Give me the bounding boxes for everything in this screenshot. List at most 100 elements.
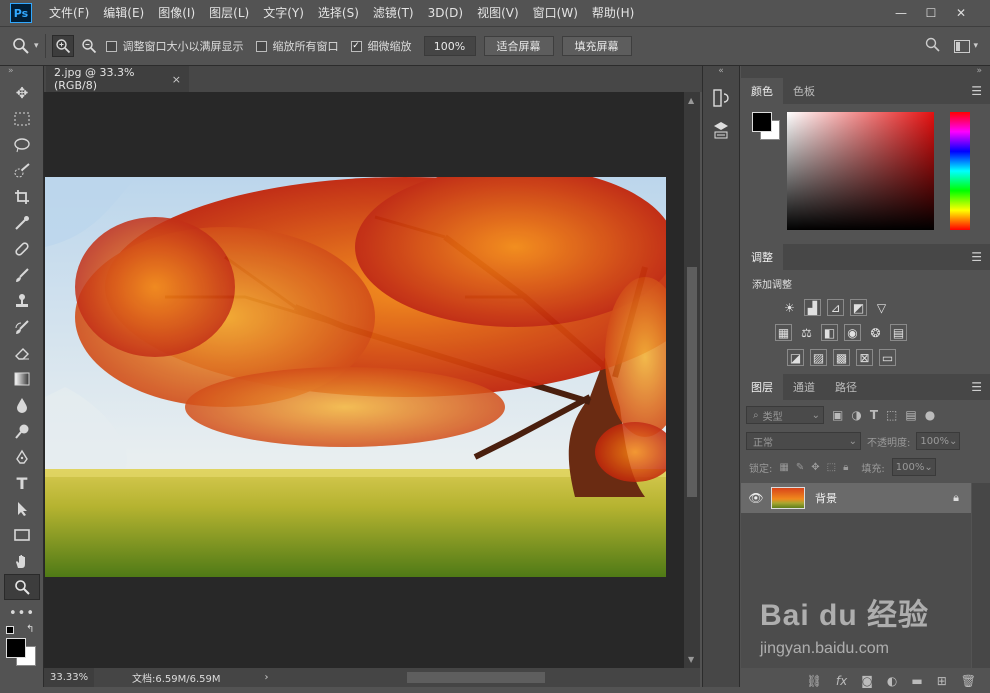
status-zoom[interactable]: 33.33% bbox=[44, 668, 94, 687]
swap-colors-icon[interactable]: ↰ bbox=[26, 624, 34, 635]
opacity-field[interactable]: 100% ⌄ bbox=[916, 432, 961, 450]
gradient-map-icon[interactable]: ▭ bbox=[879, 349, 896, 366]
pen-tool-icon[interactable] bbox=[0, 444, 44, 470]
fill-screen-button[interactable]: 填充屏幕 bbox=[561, 36, 632, 56]
menu-item-2[interactable]: 图像(I) bbox=[151, 0, 202, 26]
resize-windows-checkbox[interactable] bbox=[105, 40, 117, 52]
default-colors-icon[interactable] bbox=[6, 626, 14, 634]
brush-tool-icon[interactable] bbox=[0, 262, 44, 288]
document-tab[interactable]: 2.jpg @ 33.3%(RGB/8) × bbox=[46, 66, 189, 92]
layer-style-icon[interactable]: fx bbox=[836, 674, 847, 688]
eraser-tool-icon[interactable] bbox=[0, 340, 44, 366]
filter-smart-object-icon[interactable]: ▤ bbox=[905, 408, 916, 422]
menu-item-8[interactable]: 视图(V) bbox=[470, 0, 526, 26]
fit-screen-button[interactable]: 适合屏幕 bbox=[483, 36, 554, 56]
status-arrow-icon[interactable]: › bbox=[265, 672, 269, 683]
panel-foreground-swatch[interactable] bbox=[752, 112, 772, 132]
link-layers-icon[interactable]: ⛓ bbox=[807, 674, 822, 688]
layer-thumbnail[interactable] bbox=[771, 487, 805, 509]
add-mask-icon[interactable]: ◙ bbox=[861, 674, 873, 688]
3d-panel-icon[interactable] bbox=[711, 118, 731, 142]
channel-mixer-icon[interactable]: ❂ bbox=[867, 324, 884, 341]
black-white-icon[interactable]: ◧ bbox=[821, 324, 838, 341]
foreground-color-swatch[interactable] bbox=[6, 638, 26, 658]
lock-image-icon[interactable]: ✎ bbox=[796, 462, 804, 473]
menu-item-10[interactable]: 帮助(H) bbox=[585, 0, 641, 26]
document-close-icon[interactable]: × bbox=[172, 73, 181, 86]
exposure-icon[interactable]: ◩ bbox=[850, 299, 867, 316]
hand-tool-icon[interactable] bbox=[0, 548, 44, 574]
layer-name[interactable]: 背景 bbox=[815, 490, 837, 506]
horizontal-scroll-thumb[interactable] bbox=[406, 672, 545, 683]
fill-field[interactable]: 100% ⌄ bbox=[891, 458, 936, 476]
lock-all-icon[interactable]: 🔒︎ bbox=[843, 462, 848, 473]
delete-layer-icon[interactable]: 🗑︎ bbox=[961, 674, 976, 688]
history-panel-icon[interactable] bbox=[711, 86, 731, 110]
zoom-out-icon[interactable] bbox=[78, 35, 100, 57]
scrubby-zoom-option[interactable]: ✓ 细微缩放 bbox=[350, 38, 412, 54]
lasso-tool-icon[interactable] bbox=[0, 132, 44, 158]
tab-swatches[interactable]: 色板 bbox=[783, 78, 825, 104]
quick-selection-tool-icon[interactable] bbox=[0, 158, 44, 184]
filter-pixel-icon[interactable]: ▣ bbox=[832, 408, 843, 422]
menu-item-5[interactable]: 选择(S) bbox=[311, 0, 366, 26]
zoom-all-option[interactable]: 缩放所有窗口 bbox=[255, 38, 339, 54]
vertical-scroll-thumb[interactable] bbox=[687, 267, 697, 497]
tab-adjustments[interactable]: 调整 bbox=[741, 244, 783, 270]
history-brush-tool-icon[interactable] bbox=[0, 314, 44, 340]
tab-channels[interactable]: 通道 bbox=[783, 374, 825, 400]
blur-tool-icon[interactable] bbox=[0, 392, 44, 418]
adjustments-panel-menu-icon[interactable]: ☰ bbox=[971, 250, 982, 264]
close-button[interactable]: ✕ bbox=[946, 4, 976, 22]
lock-transparent-icon[interactable]: ▦ bbox=[779, 462, 788, 473]
blend-mode-select[interactable]: 正常 ⌄ bbox=[746, 432, 861, 450]
color-picker-field[interactable] bbox=[787, 112, 934, 230]
dodge-tool-icon[interactable] bbox=[0, 418, 44, 444]
collapse-panels-icon[interactable]: » bbox=[741, 66, 990, 78]
eyedropper-tool-icon[interactable] bbox=[0, 210, 44, 236]
more-tools-icon[interactable]: ••• bbox=[0, 600, 44, 626]
scrubby-zoom-checkbox[interactable]: ✓ bbox=[350, 40, 362, 52]
selective-color-icon[interactable]: ⊠ bbox=[856, 349, 873, 366]
brightness-icon[interactable]: ☀ bbox=[781, 299, 798, 316]
menu-item-9[interactable]: 窗口(W) bbox=[526, 0, 585, 26]
photo-filter-icon[interactable]: ◉ bbox=[844, 324, 861, 341]
tab-layers[interactable]: 图层 bbox=[741, 374, 783, 400]
curves-icon[interactable]: ⊿ bbox=[827, 299, 844, 316]
zoom-in-icon[interactable] bbox=[51, 35, 74, 57]
tab-color[interactable]: 颜色 bbox=[741, 78, 783, 104]
path-selection-tool-icon[interactable] bbox=[0, 496, 44, 522]
visibility-eye-icon[interactable]: 👁︎ bbox=[741, 491, 771, 505]
vibrance-icon[interactable]: ▽ bbox=[873, 299, 890, 316]
color-lookup-icon[interactable]: ▤ bbox=[890, 324, 907, 341]
layers-panel-menu-icon[interactable]: ☰ bbox=[971, 380, 982, 394]
clone-stamp-tool-icon[interactable] bbox=[0, 288, 44, 314]
zoom-tool-icon[interactable] bbox=[4, 574, 40, 600]
layer-row[interactable]: 👁︎ 背景 🔒︎ bbox=[741, 483, 971, 513]
new-group-icon[interactable]: ▬ bbox=[911, 674, 922, 688]
gradient-tool-icon[interactable] bbox=[0, 366, 44, 392]
menu-item-7[interactable]: 3D(D) bbox=[421, 0, 470, 26]
filter-toggle-icon[interactable]: ● bbox=[925, 408, 935, 422]
threshold-icon[interactable]: ▩ bbox=[833, 349, 850, 366]
maximize-button[interactable]: ☐ bbox=[916, 4, 946, 22]
menu-item-6[interactable]: 滤镜(T) bbox=[366, 0, 421, 26]
resize-windows-option[interactable]: 调整窗口大小以满屏显示 bbox=[105, 38, 244, 54]
color-balance-icon[interactable]: ⚖ bbox=[798, 324, 815, 341]
menu-item-3[interactable]: 图层(L) bbox=[202, 0, 256, 26]
expand-strip-icon[interactable]: « bbox=[703, 66, 739, 80]
vertical-scrollbar[interactable]: ▲ ▼ bbox=[684, 92, 700, 668]
invert-icon[interactable]: ◪ bbox=[787, 349, 804, 366]
menu-item-1[interactable]: 编辑(E) bbox=[96, 0, 151, 26]
lock-artboard-icon[interactable]: ⬚ bbox=[827, 462, 836, 473]
color-panel-menu-icon[interactable]: ☰ bbox=[971, 84, 982, 98]
menu-item-0[interactable]: 文件(F) bbox=[42, 0, 96, 26]
healing-brush-tool-icon[interactable] bbox=[0, 236, 44, 262]
zoom-all-checkbox[interactable] bbox=[255, 40, 267, 52]
minimize-button[interactable]: — bbox=[886, 4, 916, 22]
rectangle-tool-icon[interactable] bbox=[0, 522, 44, 548]
marquee-tool-icon[interactable] bbox=[0, 106, 44, 132]
search-icon[interactable] bbox=[925, 37, 941, 55]
hue-slider[interactable] bbox=[950, 112, 970, 230]
menu-item-4[interactable]: 文字(Y) bbox=[256, 0, 311, 26]
